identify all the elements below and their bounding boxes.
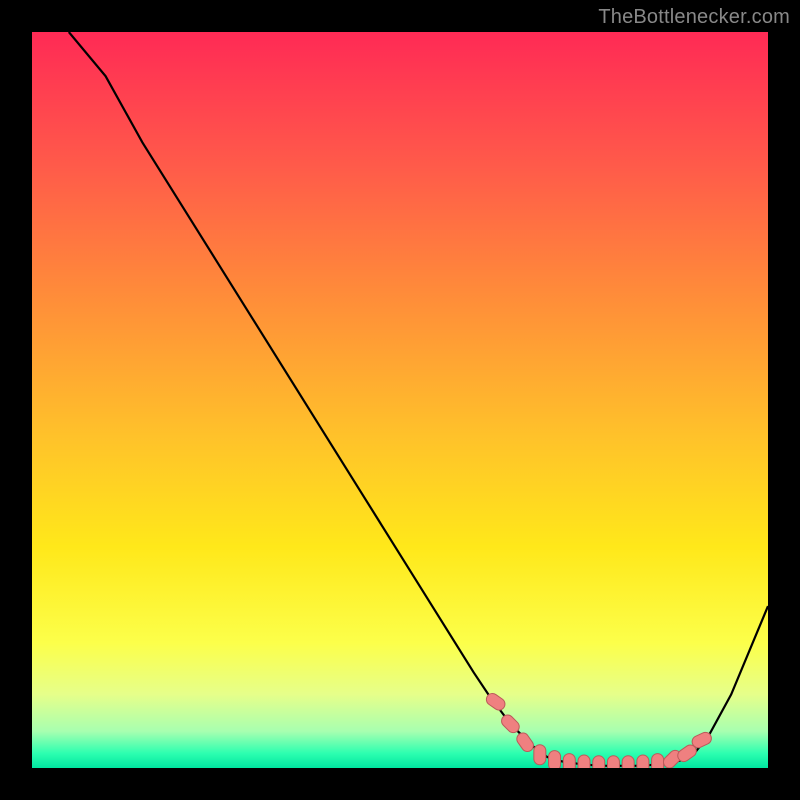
- optimal-range-markers: [484, 691, 713, 768]
- chart-container: TheBottlenecker.com: [0, 0, 800, 800]
- optimal-marker: [534, 745, 546, 765]
- optimal-marker: [593, 756, 605, 768]
- optimal-marker: [607, 756, 619, 768]
- optimal-marker: [514, 731, 535, 754]
- bottleneck-chart: [32, 32, 768, 768]
- optimal-marker: [637, 755, 649, 768]
- plot-gradient-background: [32, 32, 768, 768]
- optimal-marker: [652, 754, 664, 768]
- optimal-marker: [578, 755, 590, 768]
- watermark-text: TheBottlenecker.com: [598, 6, 790, 29]
- optimal-marker: [549, 751, 561, 768]
- bottleneck-curve: [69, 32, 768, 766]
- optimal-marker: [622, 756, 634, 768]
- optimal-marker: [563, 754, 575, 768]
